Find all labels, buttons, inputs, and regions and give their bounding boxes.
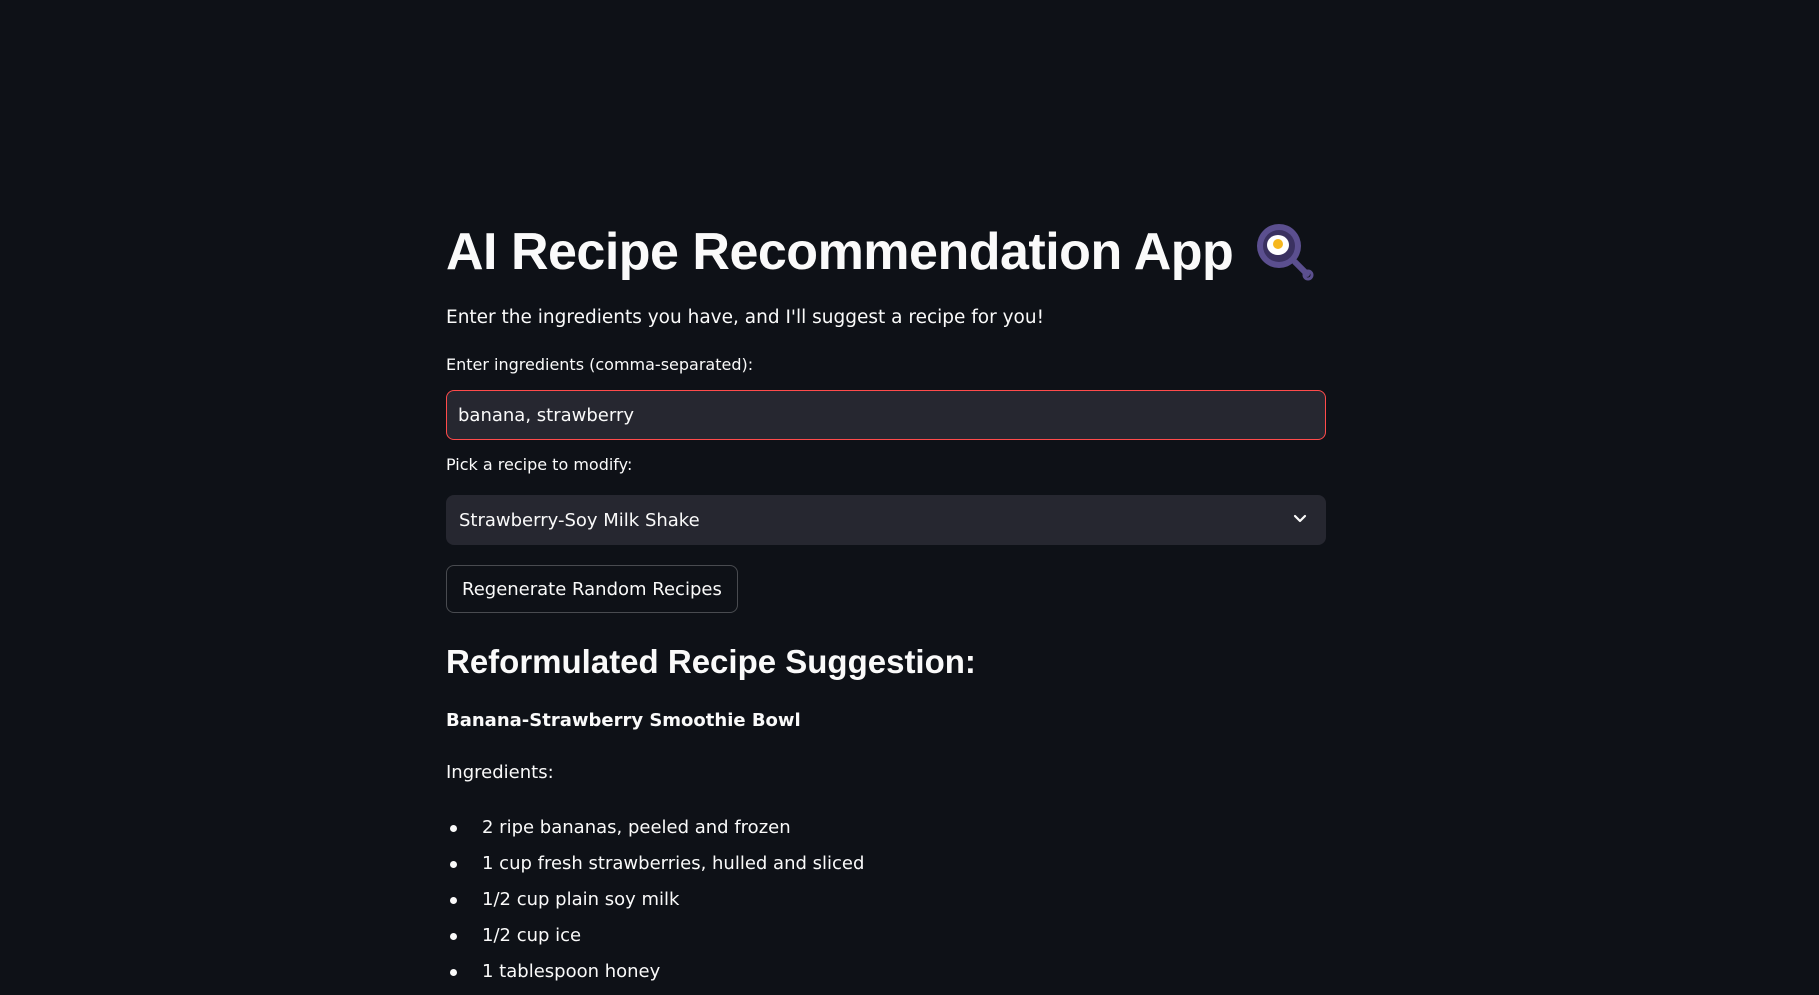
recipe-select-value: Strawberry-Soy Milk Shake	[459, 509, 700, 531]
recipe-select-label: Pick a recipe to modify:	[446, 455, 633, 474]
bullet-icon	[450, 824, 457, 832]
chevron-down-icon	[1291, 509, 1313, 531]
bullet-icon	[450, 860, 457, 868]
ingredient-text: 1/2 cup plain soy milk	[482, 889, 680, 910]
list-item: 1/2 cup plain soy milk	[446, 882, 864, 918]
list-item: 1 tablespoon honey	[446, 954, 864, 990]
list-item: 1/2 cup ice	[446, 918, 864, 954]
ingredient-text: 1 cup fresh strawberries, hulled and sli…	[482, 853, 865, 874]
page-title: AI Recipe Recommendation App	[446, 223, 1234, 281]
recipe-name: Banana-Strawberry Smoothie Bowl	[446, 710, 801, 731]
result-heading: Reformulated Recipe Suggestion:	[446, 643, 976, 680]
ingredient-text: 2 ripe bananas, peeled and frozen	[482, 817, 791, 838]
bullet-icon	[450, 896, 457, 904]
list-item: 2 ripe bananas, peeled and frozen	[446, 810, 864, 846]
page-subtitle: Enter the ingredients you have, and I'll…	[446, 307, 1044, 328]
ingredient-list: 2 ripe bananas, peeled and frozen 1 cup …	[446, 810, 864, 990]
ingredient-text: 1 tablespoon honey	[482, 961, 661, 982]
list-item: 1 cup fresh strawberries, hulled and sli…	[446, 846, 864, 882]
ingredients-input[interactable]	[446, 390, 1326, 440]
ingredients-heading: Ingredients:	[446, 762, 554, 783]
ingredient-text: 1/2 cup ice	[482, 925, 582, 946]
regenerate-recipes-button[interactable]: Regenerate Random Recipes	[446, 565, 738, 613]
frying-pan-with-egg-icon	[1255, 222, 1315, 282]
recipe-select[interactable]: Strawberry-Soy Milk Shake	[446, 495, 1326, 545]
ingredients-label: Enter ingredients (comma-separated):	[446, 355, 754, 374]
bullet-icon	[450, 932, 457, 940]
bullet-icon	[450, 968, 457, 976]
title-row: AI Recipe Recommendation App	[446, 214, 1315, 290]
